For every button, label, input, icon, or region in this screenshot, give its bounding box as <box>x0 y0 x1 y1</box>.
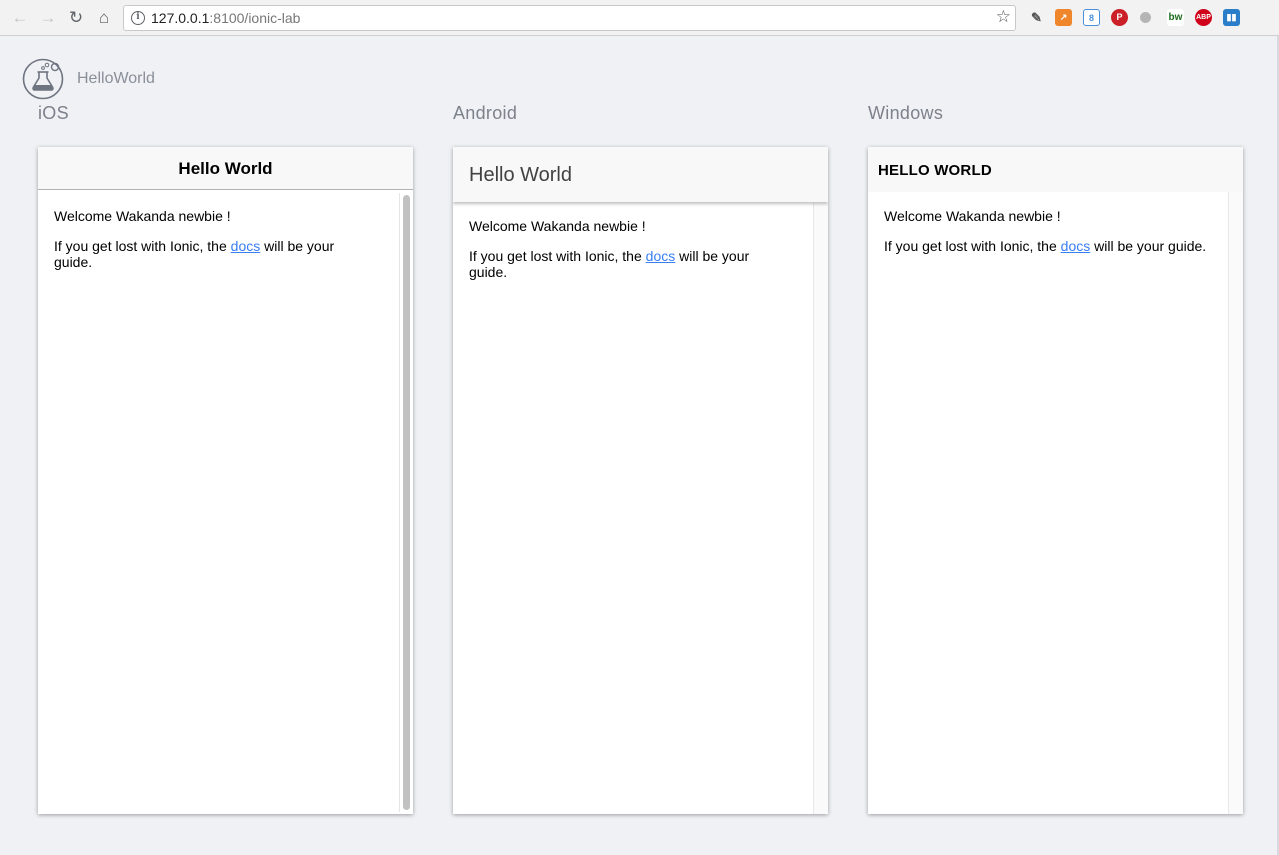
welcome-text: Welcome Wakanda newbie ! <box>469 218 646 234</box>
adblock-extension-icon[interactable]: ABP <box>1195 9 1212 26</box>
edit-extension-icon[interactable]: ✎ <box>1028 9 1045 26</box>
chart-extension-icon[interactable]: ↗ <box>1055 9 1072 26</box>
ios-navbar: Hello World <box>38 147 413 190</box>
browser-toolbar: ← → ↻ ⌂ i 127.0.0.1:8100/ionic-lab ☆ ✎ ↗ 8… <box>0 0 1279 36</box>
android-preview: Hello World Welcome Wakanda newbie ! If … <box>453 147 828 814</box>
welcome-text: Welcome Wakanda newbie ! <box>54 208 231 224</box>
guide-text: If you get lost with Ionic, the docs wil… <box>884 238 1207 254</box>
windows-content: Welcome Wakanda newbie ! If you get lost… <box>868 192 1243 814</box>
android-content: Welcome Wakanda newbie ! If you get lost… <box>453 203 828 814</box>
guide-text: If you get lost with Ionic, the docs wil… <box>469 248 750 280</box>
url-text[interactable]: 127.0.0.1:8100/ionic-lab <box>151 10 300 26</box>
grey-dot-extension-icon[interactable] <box>1140 12 1151 23</box>
windows-page-title: HELLO WORLD <box>878 162 992 179</box>
platform-label-windows: Windows <box>868 103 944 123</box>
ios-page-title: Hello World <box>178 159 273 178</box>
reload-icon[interactable]: ↻ <box>65 7 87 29</box>
platform-label-ios: iOS <box>38 103 69 123</box>
address-bar[interactable]: i 127.0.0.1:8100/ionic-lab ☆ <box>123 5 1016 31</box>
ios-scrollbar[interactable] <box>399 193 411 812</box>
trello-extension-icon[interactable]: ▮▮ <box>1223 9 1240 26</box>
back-arrow-icon[interactable]: ← <box>9 7 31 29</box>
windows-toolbar: HELLO WORLD <box>868 147 1243 192</box>
url-host: 127.0.0.1 <box>151 10 210 26</box>
docs-link[interactable]: docs <box>1061 238 1091 254</box>
bookmark-star-icon[interactable]: ☆ <box>996 7 1011 27</box>
welcome-text: Welcome Wakanda newbie ! <box>884 208 1061 224</box>
windows-preview: HELLO WORLD Welcome Wakanda newbie ! If … <box>868 147 1243 814</box>
home-icon[interactable]: ⌂ <box>93 7 115 29</box>
url-path: :8100/ionic-lab <box>209 10 301 26</box>
platform-label-android: Android <box>453 103 518 123</box>
guide-text: If you get lost with Ionic, the docs wil… <box>54 238 335 270</box>
ios-content: Welcome Wakanda newbie ! If you get lost… <box>38 190 413 814</box>
windows-scrollbar[interactable] <box>1228 192 1243 814</box>
info-icon[interactable]: i <box>131 11 145 25</box>
android-page-title: Hello World <box>469 164 572 186</box>
docs-link[interactable]: docs <box>231 238 261 254</box>
ios-preview: Hello World Welcome Wakanda newbie ! If … <box>38 147 413 814</box>
bw-extension-icon[interactable]: bw <box>1167 9 1184 26</box>
blue-extension-icon[interactable]: 8 <box>1083 9 1100 26</box>
docs-link[interactable]: docs <box>646 248 676 264</box>
forward-arrow-icon[interactable]: → <box>37 7 59 29</box>
android-toolbar: Hello World <box>453 147 828 202</box>
android-scrollbar[interactable] <box>813 203 828 814</box>
app-name: HelloWorld <box>77 70 155 87</box>
ionic-lab-logo-icon <box>22 58 64 100</box>
ios-scrollbar-thumb[interactable] <box>403 195 410 810</box>
pinterest-extension-icon[interactable]: P <box>1111 9 1128 26</box>
